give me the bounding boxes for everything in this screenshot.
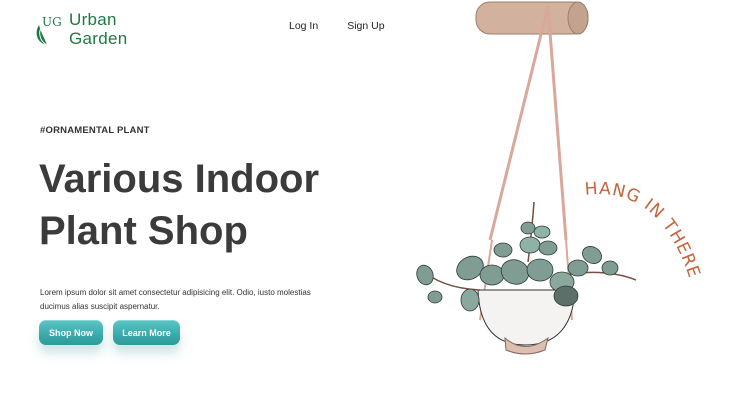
- signup-link[interactable]: Sign Up: [347, 20, 384, 32]
- learn-more-button[interactable]: Learn More: [113, 320, 180, 345]
- rope-left: [488, 5, 550, 241]
- shop-now-button[interactable]: Shop Now: [39, 320, 103, 345]
- title-line2: Plant Shop: [39, 209, 248, 253]
- top-nav: Log In Sign Up: [289, 20, 385, 32]
- brand-name-line1: Urban: [69, 10, 117, 29]
- category-tag: #ORNAMENTAL PLANT: [40, 125, 150, 136]
- hero-description: Lorem ipsum dolor sit amet consectetur a…: [40, 288, 311, 311]
- page-title: Various Indoor Plant Shop: [39, 153, 369, 257]
- hanging-plant-illustration: HANG IN THERE: [416, 1, 703, 355]
- login-link[interactable]: Log In: [289, 20, 318, 32]
- brand-logo[interactable]: UG Urban Garden: [33, 10, 128, 48]
- title-line1: Various Indoor: [39, 157, 320, 201]
- brand-name: Urban Garden: [69, 10, 128, 48]
- logo-leaf-icon: UG: [36, 15, 61, 46]
- rope-right: [546, 5, 568, 241]
- brand-name-line2: Garden: [69, 29, 128, 48]
- logo-monogram: UG: [42, 15, 61, 29]
